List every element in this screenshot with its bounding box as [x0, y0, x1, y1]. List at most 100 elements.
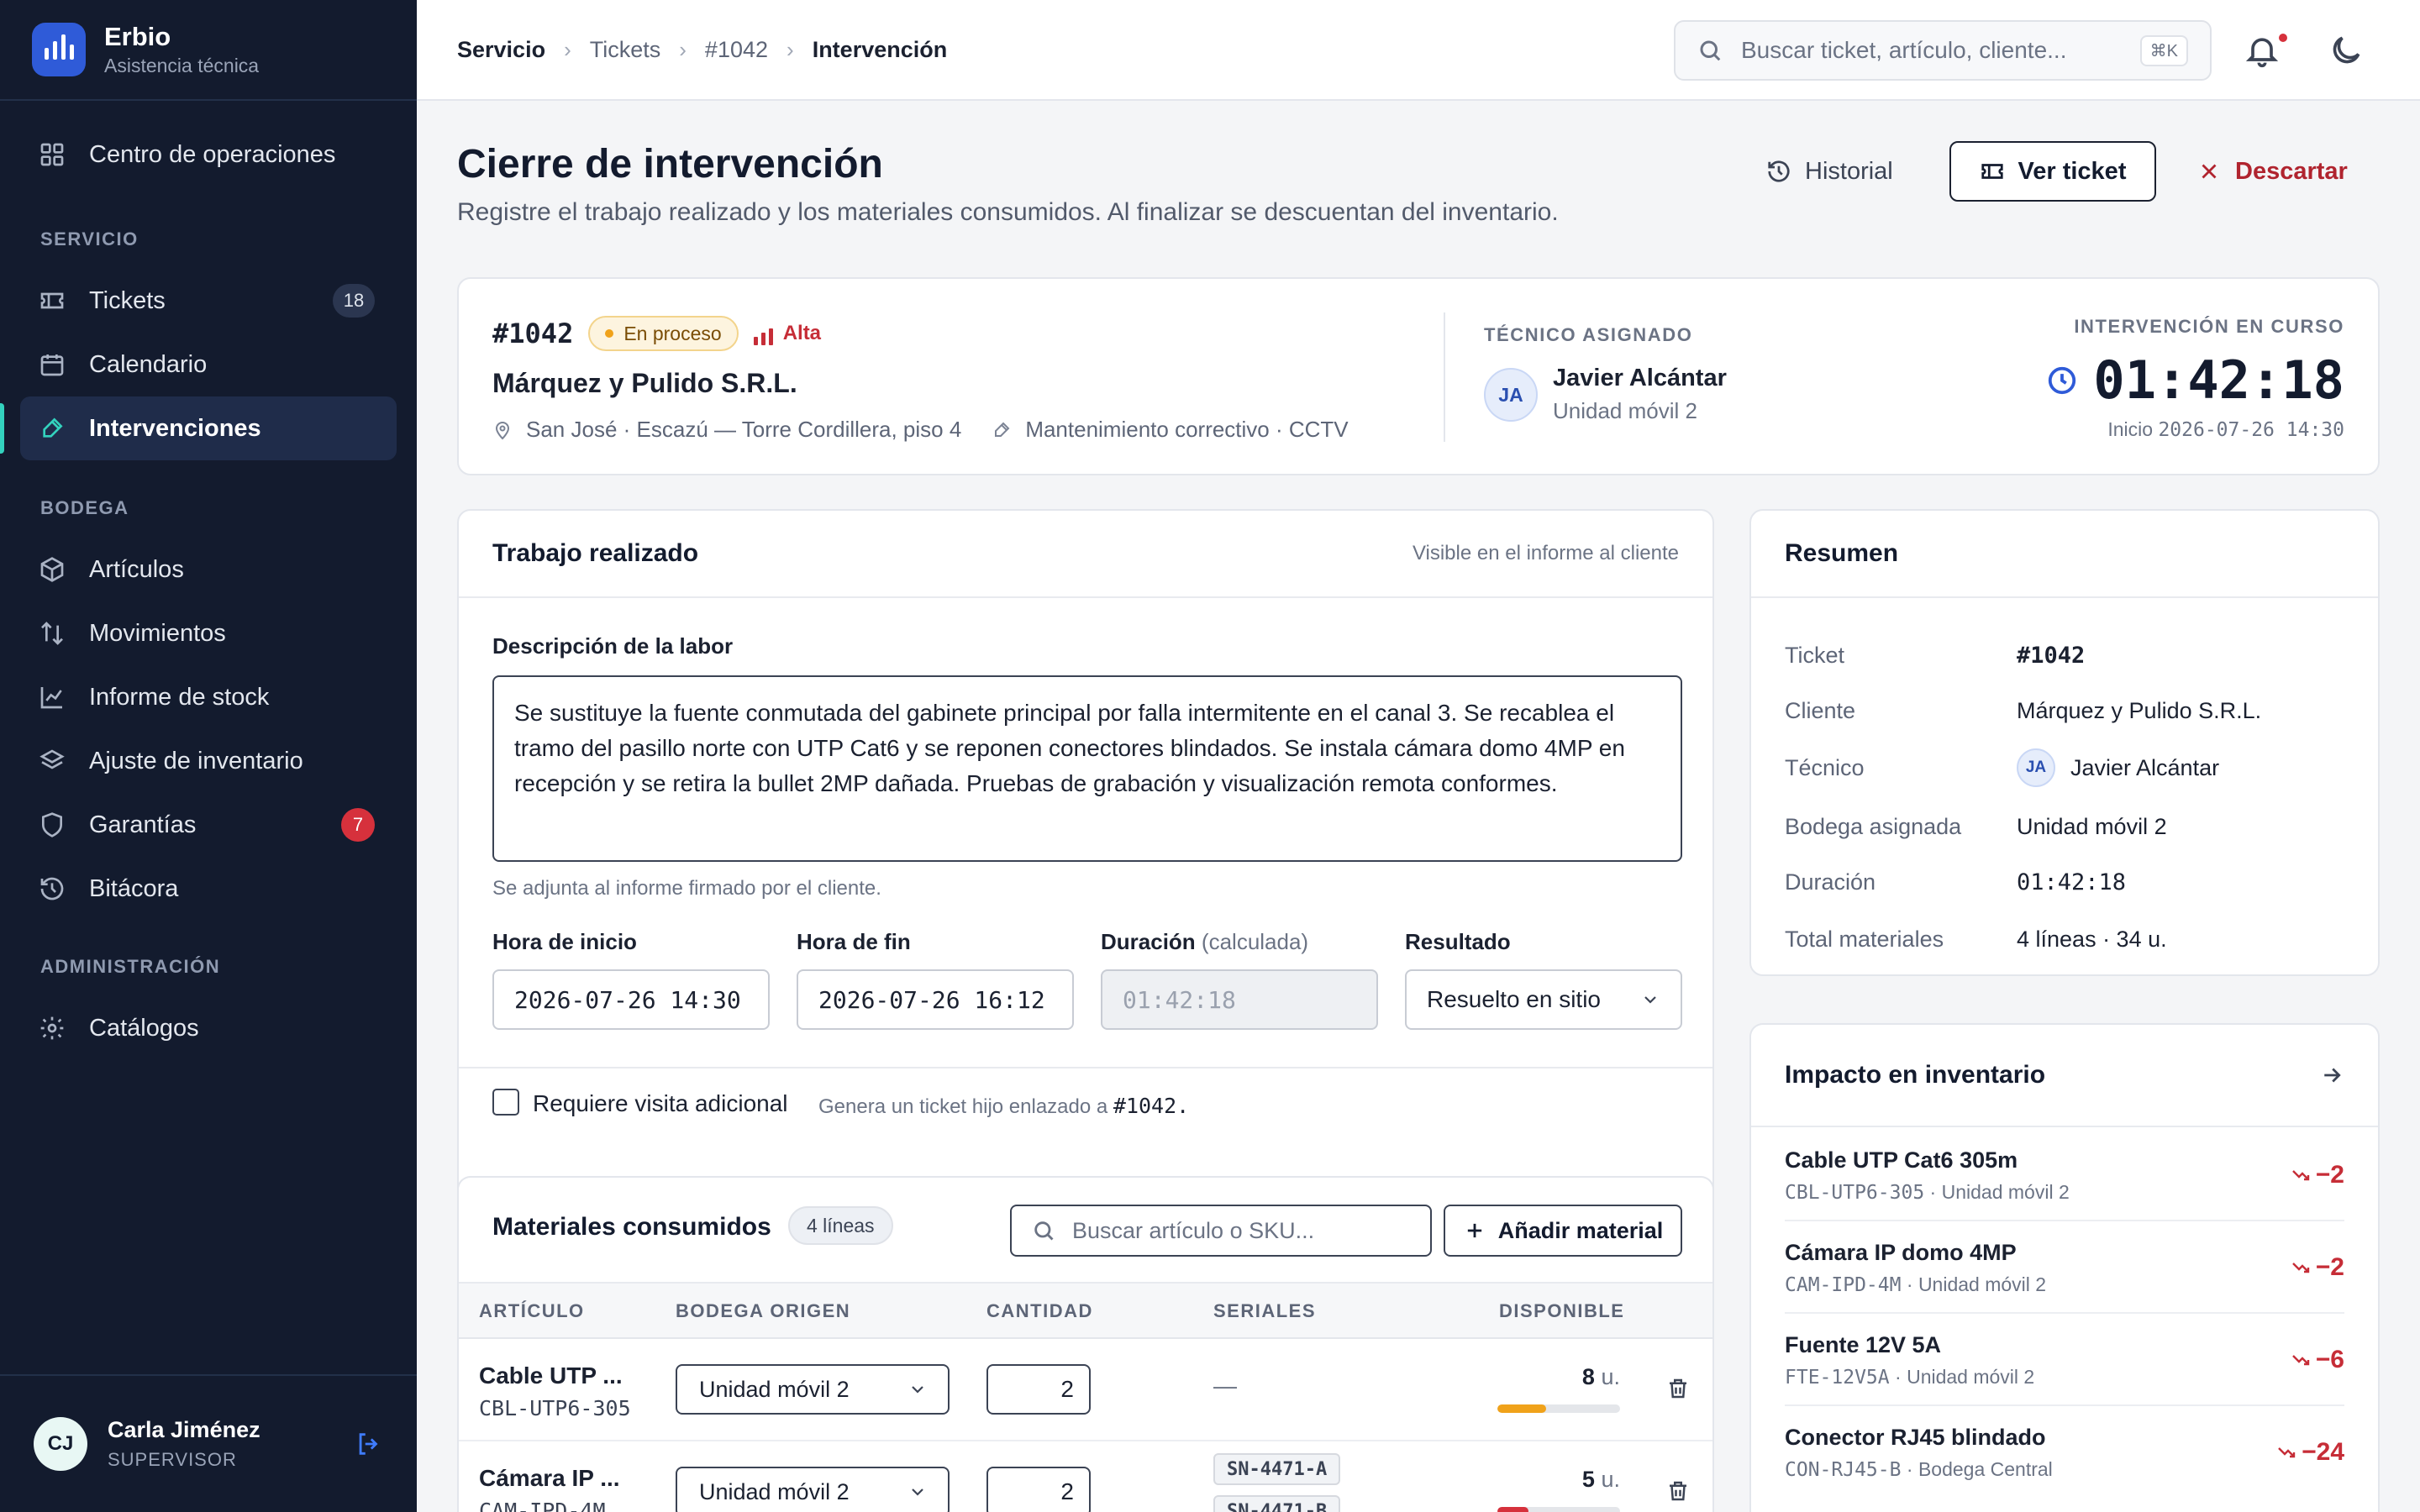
sidebar-item-articulos[interactable]: Artículos — [20, 538, 397, 601]
quantity-input[interactable]: 2 — [986, 1364, 1091, 1415]
chevron-down-icon — [912, 1386, 923, 1394]
revisit-checkbox[interactable] — [492, 1089, 519, 1116]
impact-item-sub: CAM-IPD-4M · Unidad móvil 2 — [1785, 1273, 2047, 1296]
arrow-right-icon[interactable] — [2319, 1063, 2344, 1088]
sidebar-item-label: Movimientos — [89, 619, 226, 647]
logout-icon[interactable] — [355, 1430, 383, 1458]
wrench-icon — [43, 417, 63, 438]
timer-start: Inicio 2026-07-26 14:30 — [2107, 418, 2344, 441]
summary-value: #1042 — [2017, 642, 2086, 669]
sidebar-item-label: Catálogos — [89, 1014, 199, 1042]
tech-avatar: JA — [1484, 368, 1538, 422]
breadcrumb-servicio[interactable]: Servicio — [457, 37, 545, 63]
tech-label: TÉCNICO ASIGNADO — [1484, 324, 1693, 345]
summary-title: Resumen — [1785, 539, 1899, 567]
warehouse-select[interactable]: Unidad móvil 2 — [676, 1467, 950, 1512]
avatar: CJ — [34, 1417, 87, 1471]
sidebar-item-label: Bitácora — [89, 874, 179, 902]
trash-icon[interactable] — [1665, 1478, 1691, 1504]
sidebar-item-ajuste-inventario[interactable]: Ajuste de inventario — [20, 729, 397, 793]
description-textarea[interactable]: Se sustituye la fuente conmutada del gab… — [492, 675, 1682, 862]
start-time-input[interactable]: 2026-07-26 14:30 — [492, 969, 770, 1030]
impact-item-where: Unidad móvil 2 — [1941, 1181, 2070, 1203]
summary-value: Márquez y Pulido S.R.L. — [2017, 697, 2262, 723]
topbar: Servicio › Tickets › #1042 › Intervenció… — [417, 0, 2420, 101]
breadcrumb-ticket[interactable]: #1042 — [705, 37, 768, 63]
app-name: Erbio — [104, 22, 171, 51]
breadcrumb-tickets[interactable]: Tickets — [590, 37, 661, 63]
available-unit: u. — [1601, 1467, 1620, 1492]
moon-icon[interactable] — [2328, 32, 2365, 69]
calendar-icon — [40, 354, 64, 376]
bell-icon[interactable] — [2244, 32, 2281, 69]
search-placeholder: Buscar ticket, artículo, cliente... — [1741, 37, 2067, 63]
column-header: DISPONIBLE — [1499, 1300, 1625, 1321]
sidebar-item-movimientos[interactable]: Movimientos — [20, 601, 397, 665]
summary-key: Duración — [1785, 869, 1876, 895]
user-profile[interactable]: CJ Carla Jiménez SUPERVISOR — [0, 1374, 417, 1512]
available-value: 5 — [1581, 1467, 1595, 1492]
tech-name: Javier Alcántar — [1553, 365, 1727, 391]
sidebar: Erbio Asistencia técnica Centro de opera… — [0, 0, 417, 1512]
impact-item: Cámara IP domo 4MP CAM-IPD-4M · Unidad m… — [1785, 1221, 2344, 1314]
trash-icon[interactable] — [1665, 1376, 1691, 1401]
ticket-id: #1042 — [492, 318, 574, 349]
impact-header[interactable]: Impacto en inventario — [1751, 1025, 2378, 1127]
summary-value: Unidad móvil 2 — [2017, 813, 2167, 839]
page-title: Cierre de intervención — [457, 142, 883, 186]
tech-unit: Unidad móvil 2 — [1553, 398, 1697, 423]
summary-row: Cliente Márquez y Pulido S.R.L. — [1785, 694, 2344, 727]
priority-badge: Alta — [753, 322, 821, 345]
materials-count-badge: 4 líneas — [788, 1206, 893, 1245]
sidebar-item-garantias[interactable]: Garantías 7 — [20, 793, 397, 857]
column-header: ARTÍCULO — [479, 1300, 585, 1321]
sidebar-item-label: Garantías — [89, 811, 197, 838]
work-card: Trabajo realizado Visible en el informe … — [457, 509, 1714, 1245]
page-subtitle: Registre el trabajo realizado y los mate… — [457, 198, 1559, 226]
trend-down-icon — [2291, 1263, 2309, 1273]
sidebar-item-catalogos[interactable]: Catálogos — [20, 996, 397, 1060]
sidebar-item-informe-stock[interactable]: Informe de stock — [20, 665, 397, 729]
end-time-input[interactable]: 2026-07-26 16:12 — [797, 969, 1074, 1030]
warehouse-select[interactable]: Unidad móvil 2 — [676, 1364, 950, 1415]
impact-delta-value: −2 — [2315, 1253, 2344, 1281]
impact-delta-value: −24 — [2302, 1438, 2344, 1466]
summary-row: Total materiales 4 líneas · 34 u. — [1785, 922, 2344, 956]
trend-down-icon — [2291, 1170, 2309, 1181]
sidebar-item-intervenciones[interactable]: Intervenciones — [0, 396, 397, 460]
duration-hint: (calculada) — [1201, 929, 1309, 954]
revisit-label[interactable]: Requiere visita adicional — [533, 1090, 788, 1117]
stock-level-fill — [1497, 1507, 1528, 1512]
summary-row: Duración 01:42:18 — [1785, 865, 2344, 899]
impact-delta-value: −6 — [2315, 1346, 2344, 1373]
discard-button[interactable]: Descartar — [2196, 141, 2348, 202]
stock-level-fill — [1497, 1404, 1547, 1413]
garantias-count-badge: 7 — [341, 808, 375, 842]
ticket-location: San José · Escazú — Torre Cordillera, pi… — [492, 417, 1349, 443]
impact-item-delta: −24 — [2276, 1438, 2344, 1467]
sidebar-item-centro-operaciones[interactable]: Centro de operaciones — [20, 123, 397, 186]
materials-search-input[interactable]: Buscar artículo o SKU... — [1010, 1205, 1432, 1257]
material-name: Cámara IP ... — [479, 1465, 620, 1491]
view-ticket-button[interactable]: Ver ticket — [1949, 141, 2156, 202]
result-select[interactable]: Resuelto en sitio — [1405, 969, 1682, 1030]
impact-item-delta: −2 — [2291, 1253, 2344, 1282]
quantity-input[interactable]: 2 — [986, 1467, 1091, 1512]
available-unit: u. — [1601, 1364, 1620, 1389]
add-material-button[interactable]: Añadir material — [1444, 1205, 1682, 1257]
history-button[interactable]: Historial — [1766, 141, 1893, 202]
layers-icon — [39, 749, 65, 769]
shield-icon — [42, 812, 62, 837]
sidebar-item-bitacora[interactable]: Bitácora — [20, 857, 397, 921]
timer-start-label: Inicio — [2107, 418, 2154, 440]
client-name: Márquez y Pulido S.R.L. — [492, 368, 797, 398]
materials-search-placeholder: Buscar artículo o SKU... — [1072, 1217, 1315, 1243]
sidebar-item-tickets[interactable]: Tickets 18 — [20, 269, 397, 333]
brand[interactable]: Erbio Asistencia técnica — [0, 0, 417, 101]
sidebar-item-calendario[interactable]: Calendario — [20, 333, 397, 396]
chevron-down-icon — [1644, 996, 1656, 1004]
table-row: Cámara IP ... CAM-IPD-4M Unidad móvil 2 … — [459, 1441, 1712, 1512]
global-search-input[interactable]: Buscar ticket, artículo, cliente... ⌘K — [1674, 20, 2212, 81]
start-time-label: Hora de inicio — [492, 929, 637, 954]
impact-item-sku: CON-RJ45-B — [1785, 1459, 1902, 1481]
